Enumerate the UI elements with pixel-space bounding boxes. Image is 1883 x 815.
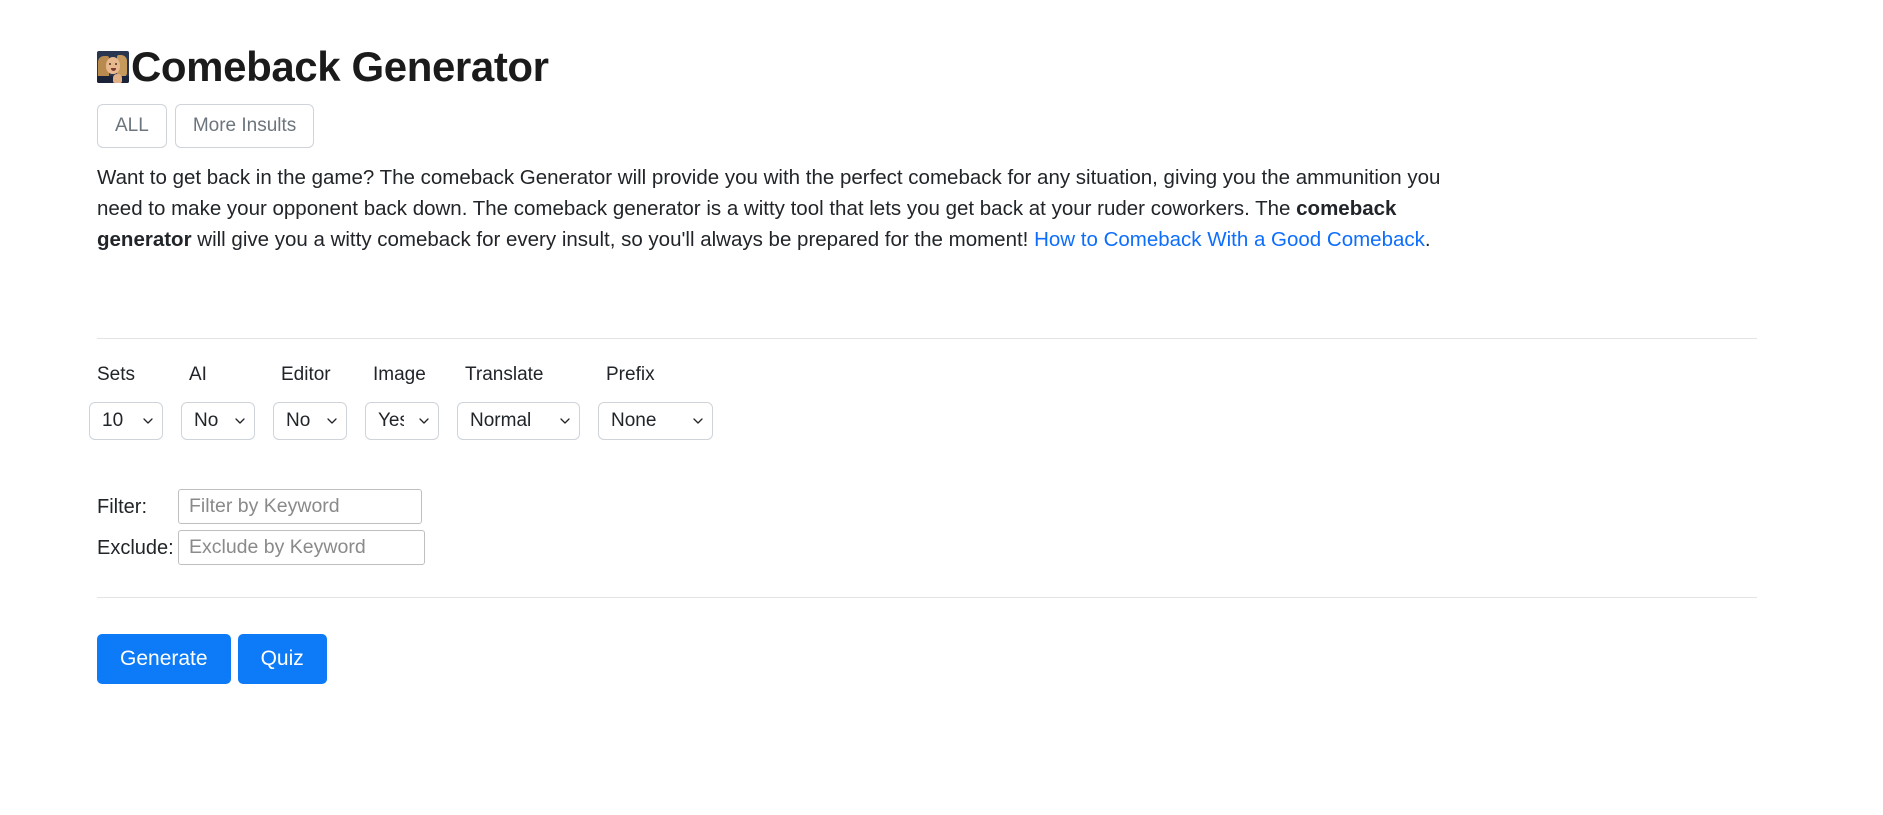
image-label: Image — [373, 364, 426, 386]
editor-select[interactable]: No — [273, 402, 347, 441]
ai-select[interactable]: No — [181, 402, 255, 441]
woman-avatar-icon — [97, 51, 129, 84]
description-text-part3: . — [1424, 228, 1431, 252]
action-button-group: Generate Quiz — [97, 634, 1786, 685]
filter-label: Filter: — [97, 495, 147, 518]
nav-button-group: ALL More Insults — [97, 104, 1786, 149]
sets-label: Sets — [97, 364, 136, 386]
exclude-row: Exclude: — [97, 530, 1786, 566]
options-row: Sets 10 AI No Editor No Image Yes Transl… — [80, 364, 1786, 441]
page-header: Comeback Generator — [97, 43, 1786, 90]
option-group-image: Image Yes — [356, 364, 448, 441]
all-button[interactable]: ALL — [97, 104, 167, 149]
sets-select[interactable]: 10 — [89, 402, 163, 441]
description-paragraph: Want to get back in the game? The comeba… — [97, 162, 1482, 255]
page-title: Comeback Generator — [131, 43, 549, 90]
filter-row: Filter: — [97, 489, 1786, 525]
ai-select-wrap: No — [181, 402, 255, 441]
image-select[interactable]: Yes — [365, 402, 439, 441]
quiz-button[interactable]: Quiz — [237, 634, 327, 685]
option-group-editor: Editor No — [264, 364, 356, 441]
translate-label: Translate — [465, 364, 544, 386]
more-insults-button[interactable]: More Insults — [174, 104, 315, 149]
image-select-wrap: Yes — [365, 402, 439, 441]
prefix-select[interactable]: None — [598, 402, 713, 441]
exclude-label: Exclude: — [97, 536, 174, 559]
editor-select-wrap: No — [273, 402, 347, 441]
translate-select-wrap: Normal — [457, 402, 580, 441]
exclude-input[interactable] — [178, 530, 425, 566]
prefix-select-wrap: None — [598, 402, 713, 441]
description-text-part2: will give you a witty comeback for every… — [191, 228, 1035, 252]
editor-label: Editor — [281, 364, 331, 386]
how-to-comeback-link[interactable]: How to Comeback With a Good Comeback — [1034, 228, 1425, 251]
description-text-part1: Want to get back in the game? The comeba… — [97, 166, 1441, 221]
prefix-label: Prefix — [606, 364, 655, 386]
option-group-sets: Sets 10 — [80, 364, 172, 441]
sets-select-wrap: 10 — [89, 402, 163, 441]
page-container: Comeback Generator ALL More Insults Want… — [0, 0, 1883, 685]
ai-label: AI — [189, 364, 207, 386]
generate-button[interactable]: Generate — [97, 634, 231, 685]
filter-input[interactable] — [178, 489, 422, 525]
option-group-prefix: Prefix None — [589, 364, 722, 441]
translate-select[interactable]: Normal — [457, 402, 580, 441]
option-group-ai: AI No — [172, 364, 264, 441]
option-group-translate: Translate Normal — [448, 364, 589, 441]
filter-section: Filter: Exclude: — [97, 489, 1786, 566]
